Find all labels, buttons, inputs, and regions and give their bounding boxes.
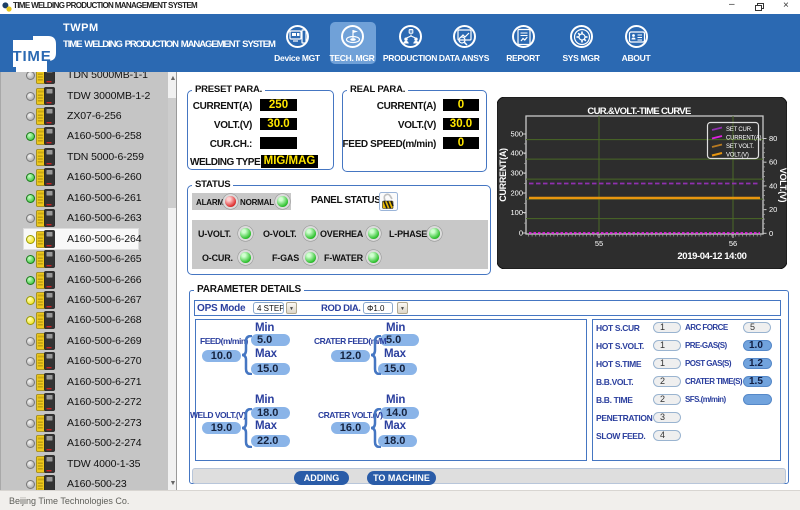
svg-text:60: 60 [769, 158, 777, 167]
svg-text:40: 40 [769, 181, 777, 190]
svg-text:VOLT.(V): VOLT.(V) [726, 153, 749, 159]
svg-text:SET CUR.: SET CUR. [726, 127, 753, 133]
svg-text:80: 80 [769, 134, 777, 143]
svg-text:2019-04-12 14:00: 2019-04-12 14:00 [677, 251, 746, 262]
svg-text:SET VOLT.: SET VOLT. [726, 144, 754, 150]
svg-text:0: 0 [519, 229, 523, 238]
svg-text:200: 200 [510, 189, 523, 198]
svg-text:20: 20 [769, 205, 777, 214]
svg-text:500: 500 [510, 130, 523, 139]
svg-text:100: 100 [510, 208, 523, 217]
svg-text:55: 55 [595, 239, 603, 248]
svg-text:CURRENT(A): CURRENT(A) [726, 136, 762, 142]
svg-text:56: 56 [729, 239, 737, 248]
svg-text:0: 0 [769, 229, 773, 238]
svg-text:CURRENT(A): CURRENT(A) [498, 148, 508, 202]
svg-text:CUR.&VOLT.-TIME CURVE: CUR.&VOLT.-TIME CURVE [587, 106, 691, 117]
svg-text:300: 300 [510, 169, 523, 178]
svg-text:VOLT.(V): VOLT.(V) [778, 168, 787, 203]
svg-text:400: 400 [510, 149, 523, 158]
svg-text:TIME: TIME [12, 48, 51, 65]
